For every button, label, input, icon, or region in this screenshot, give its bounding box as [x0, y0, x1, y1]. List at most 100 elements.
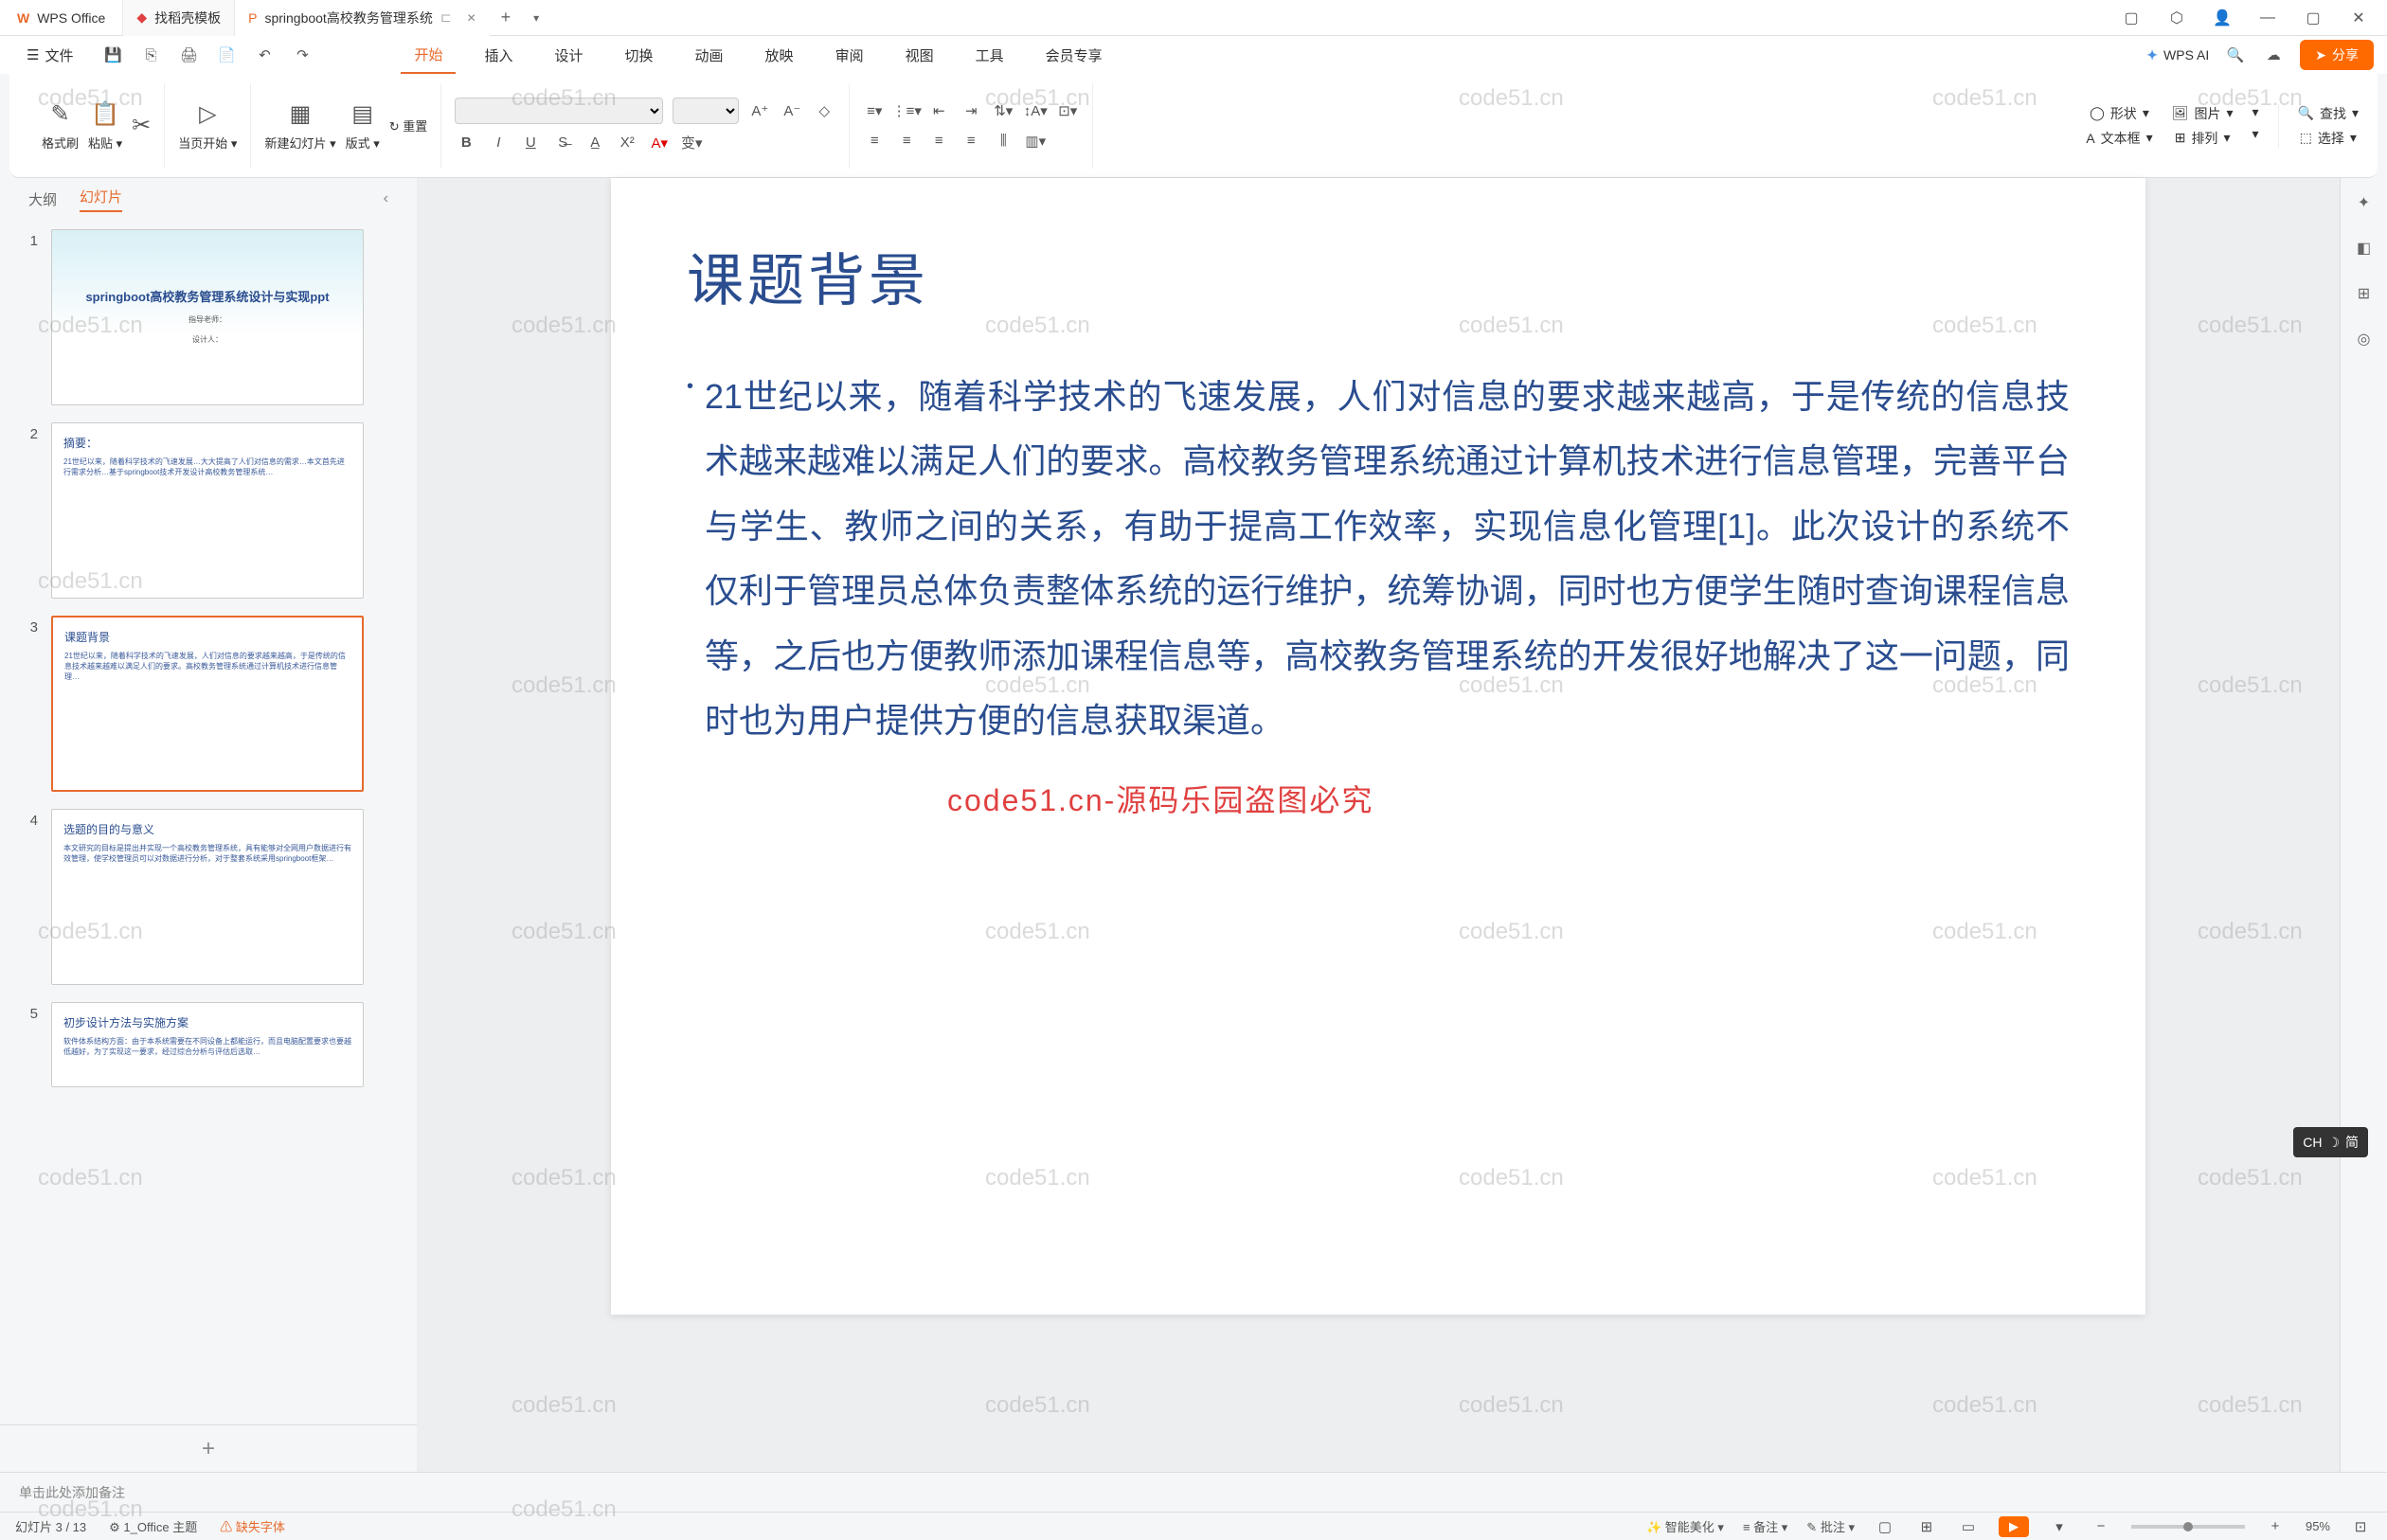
indent-left-button[interactable]: ⇤: [927, 99, 950, 122]
close-window-button[interactable]: ✕: [2347, 7, 2370, 29]
slide-bullet[interactable]: • 21世纪以来，随着科学技术的飞速发展，人们对信息的要求越来越高，于是传统的信…: [687, 365, 2070, 753]
thumbnail-3[interactable]: 3 课题背景 21世纪以来，随着科学技术的飞速发展，人们对信息的要求越来越高，于…: [19, 616, 398, 792]
pin-icon[interactable]: ⊏: [440, 9, 452, 26]
wps-ai-button[interactable]: ✦ WPS AI: [2146, 47, 2209, 63]
play-dropdown[interactable]: ▾: [2048, 1515, 2071, 1538]
thumbnail-5[interactable]: 5 初步设计方法与实施方案 软件体系结构方面：由于本系统需要在不同设备上都能运行…: [19, 1002, 398, 1087]
menu-design[interactable]: 设计: [542, 36, 597, 74]
sidebar-tool-2[interactable]: ◧: [2351, 235, 2378, 261]
add-slide-button[interactable]: +: [0, 1424, 417, 1472]
superscript-button[interactable]: X²: [616, 132, 638, 154]
arrange-button[interactable]: ⊞ 排列 ▾: [2175, 129, 2231, 148]
cloud-icon[interactable]: ☁: [2262, 44, 2285, 66]
tab-template[interactable]: ◆ 找稻壳模板: [122, 0, 234, 36]
view-normal-icon[interactable]: ▢: [1874, 1515, 1896, 1538]
cut-button[interactable]: ✂: [132, 112, 151, 139]
thumbnail-2[interactable]: 2 摘要： 21世纪以来，随着科学技术的飞速发展…大大提高了人们对信息的需求…本…: [19, 422, 398, 599]
sidebar-tool-4[interactable]: ◎: [2351, 326, 2378, 352]
slideshow-play-button[interactable]: ▶: [1999, 1516, 2029, 1537]
clear-format-icon[interactable]: ◇: [813, 99, 835, 122]
cube-icon[interactable]: ⬡: [2165, 7, 2188, 29]
fit-window-icon[interactable]: ⊡: [2349, 1515, 2372, 1538]
bold-button[interactable]: B: [455, 132, 477, 154]
menu-insert[interactable]: 插入: [471, 36, 526, 74]
align-justify-button[interactable]: ≡: [960, 130, 982, 152]
notes-toggle[interactable]: ≡ 备注 ▾: [1743, 1517, 1787, 1535]
zoom-in-button[interactable]: +: [2264, 1515, 2287, 1538]
line-spacing-button[interactable]: ⇅▾: [992, 99, 1014, 122]
tab-outline[interactable]: 大纲: [28, 189, 57, 209]
new-slide-button[interactable]: ▦新建幻灯片 ▾: [264, 100, 335, 152]
add-tab-button[interactable]: +: [490, 8, 523, 27]
menu-tools[interactable]: 工具: [962, 36, 1017, 74]
align-left-button[interactable]: ≡: [863, 130, 886, 152]
fill-dropdown[interactable]: ▾: [2252, 126, 2259, 142]
redo-icon[interactable]: ↷: [291, 44, 314, 66]
font-family-select[interactable]: [455, 98, 663, 124]
sidebar-tool-1[interactable]: ✦: [2351, 189, 2378, 216]
menu-slideshow[interactable]: 放映: [752, 36, 807, 74]
export-icon[interactable]: ⎘: [139, 44, 162, 66]
share-button[interactable]: ➤ 分享: [2300, 40, 2374, 70]
print-preview-icon[interactable]: 📄: [215, 44, 238, 66]
missing-font-warning[interactable]: ⚠ 缺失字体: [220, 1517, 285, 1535]
select-button[interactable]: ⬚ 选择 ▾: [2300, 129, 2357, 148]
zoom-slider[interactable]: [2131, 1525, 2245, 1529]
font-color-button[interactable]: A▾: [648, 132, 671, 154]
avatar-icon[interactable]: 👤: [2211, 7, 2234, 29]
menu-animation[interactable]: 动画: [682, 36, 737, 74]
slide-canvas[interactable]: 课题背景 • 21世纪以来，随着科学技术的飞速发展，人们对信息的要求越来越高，于…: [455, 178, 2302, 1472]
columns-button[interactable]: ▥▾: [1024, 130, 1047, 152]
tab-document[interactable]: P springboot高校教务管理系统 ⊏ ✕: [234, 0, 490, 36]
distribute-button[interactable]: ⫼: [992, 130, 1014, 152]
paste-button[interactable]: 📋粘贴 ▾: [88, 100, 122, 152]
highlight-button[interactable]: A̲: [583, 132, 606, 154]
style-dropdown[interactable]: ▾: [2252, 104, 2259, 120]
indent-right-button[interactable]: ⇥: [960, 99, 982, 122]
slide-body-text[interactable]: 21世纪以来，随着科学技术的飞速发展，人们对信息的要求越来越高，于是传统的信息技…: [705, 365, 2070, 753]
app-tab-wps[interactable]: W WPS Office: [0, 0, 122, 36]
format-brush-button[interactable]: ✎格式刷: [42, 100, 79, 152]
layout-button[interactable]: ▤版式 ▾: [346, 100, 380, 152]
notes-bar[interactable]: 单击此处添加备注: [0, 1472, 2387, 1512]
thumbnail-1[interactable]: 1 springboot高校教务管理系统设计与实现ppt 指导老师： 设计人：: [19, 229, 398, 405]
minimize-button[interactable]: —: [2256, 7, 2279, 29]
beautify-button[interactable]: ✨ 智能美化 ▾: [1646, 1517, 1724, 1535]
theme-name[interactable]: ⚙ 1_Office 主题: [109, 1517, 197, 1535]
maximize-button[interactable]: ▢: [2302, 7, 2324, 29]
shape-button[interactable]: ◯ 形状 ▾: [2090, 104, 2149, 123]
menu-review[interactable]: 审阅: [822, 36, 877, 74]
zoom-out-button[interactable]: −: [2090, 1515, 2112, 1538]
sidebar-tool-3[interactable]: ⊞: [2351, 280, 2378, 307]
text-effect-button[interactable]: 变▾: [680, 132, 703, 154]
menu-member[interactable]: 会员专享: [1032, 36, 1116, 74]
find-button[interactable]: 🔍 查找 ▾: [2298, 104, 2359, 123]
underline-button[interactable]: U: [519, 132, 542, 154]
menu-transition[interactable]: 切换: [612, 36, 667, 74]
font-size-select[interactable]: [673, 98, 739, 124]
strike-button[interactable]: S̶: [551, 132, 574, 154]
zoom-level[interactable]: 95%: [2306, 1519, 2330, 1533]
tab-menu-button[interactable]: ▾: [522, 11, 550, 25]
menu-view[interactable]: 视图: [892, 36, 947, 74]
thumbnail-4[interactable]: 4 选题的目的与意义 本文研究的目标是提出并实现一个高校教务管理系统，具有能够对…: [19, 809, 398, 985]
reset-button[interactable]: ↻ 重置: [389, 116, 428, 134]
layout-icon[interactable]: ▢: [2120, 7, 2143, 29]
close-tab-icon[interactable]: ✕: [467, 11, 476, 25]
textbox-button[interactable]: A 文本框 ▾: [2086, 129, 2152, 148]
ime-indicator[interactable]: CH ☽ 简: [2293, 1127, 2368, 1157]
slide-content[interactable]: 课题背景 • 21世纪以来，随着科学技术的飞速发展，人们对信息的要求越来越高，于…: [611, 178, 2145, 1315]
numbering-button[interactable]: ⋮≡▾: [895, 99, 918, 122]
save-icon[interactable]: 💾: [101, 44, 124, 66]
slide-title[interactable]: 课题背景: [687, 235, 2070, 317]
menu-file[interactable]: ☰ 文件: [13, 36, 86, 74]
bullets-button[interactable]: ≡▾: [863, 99, 886, 122]
print-icon[interactable]: 🖨: [177, 44, 200, 66]
comments-toggle[interactable]: ✎ 批注 ▾: [1806, 1517, 1855, 1535]
italic-button[interactable]: I: [487, 132, 510, 154]
increase-font-icon[interactable]: A⁺: [748, 99, 771, 122]
view-sorter-icon[interactable]: ⊞: [1915, 1515, 1938, 1538]
picture-button[interactable]: 🖼 图片 ▾: [2172, 104, 2234, 123]
align-center-button[interactable]: ≡: [895, 130, 918, 152]
view-reading-icon[interactable]: ▭: [1957, 1515, 1980, 1538]
